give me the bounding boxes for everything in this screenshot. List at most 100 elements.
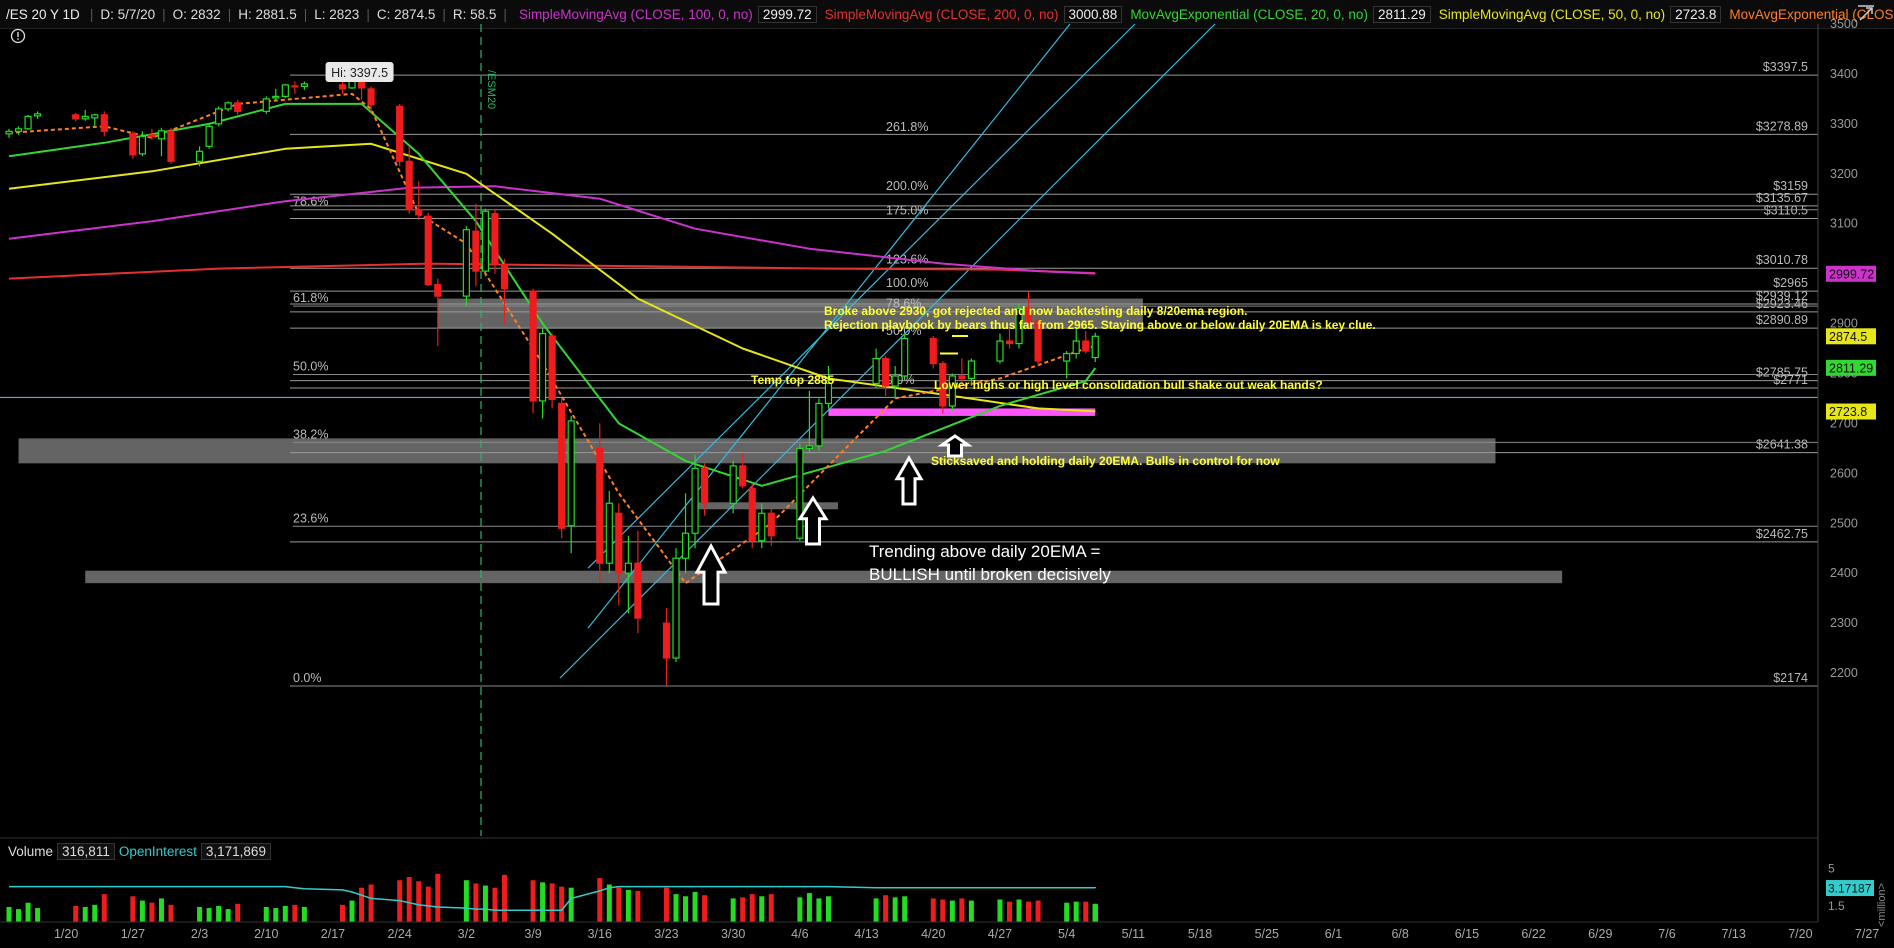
volume-bar xyxy=(1064,902,1070,922)
time-tick-label: 5/11 xyxy=(1122,927,1145,941)
contract-roll-label: /ESM20 xyxy=(485,70,497,109)
volume-bar xyxy=(673,894,679,922)
volume-bar xyxy=(683,896,689,922)
candle-body xyxy=(615,512,623,574)
fib-extension-label: 200.0% xyxy=(886,179,928,193)
candle-body xyxy=(148,134,156,137)
volume-bar xyxy=(797,897,803,922)
candle-body xyxy=(729,465,737,504)
time-tick-label: 4/20 xyxy=(921,927,945,941)
annotation-stick-saved: Sticksaved and holding daily 20EMA. Bull… xyxy=(931,454,1280,468)
time-tick-label: 2/10 xyxy=(254,927,278,941)
candle-body xyxy=(300,83,308,88)
candle-body xyxy=(272,95,280,99)
price-level-label: $2923.46 xyxy=(1756,297,1808,311)
fib-retracement-label: 23.6% xyxy=(293,511,328,525)
candle-body xyxy=(281,84,289,97)
time-tick-label: 4/27 xyxy=(988,927,1012,941)
volume-value: 316,811 xyxy=(57,843,115,860)
open-interest-label[interactable]: OpenInterest xyxy=(115,844,201,859)
volume-bar xyxy=(92,904,98,922)
volume-bar xyxy=(435,873,441,922)
volume-bar xyxy=(816,898,822,922)
volume-bar xyxy=(806,893,812,922)
price-axis: 2200230024002500260027002800290030003100… xyxy=(0,17,1858,839)
sma100-line xyxy=(8,185,1096,275)
candle-body xyxy=(1082,340,1090,352)
price-badge-label: 2999.72 xyxy=(1829,267,1874,281)
annotation-broke-above: Broke above 2930, got rejected and now b… xyxy=(824,304,1247,318)
time-tick-label: 7/27 xyxy=(1855,927,1879,941)
candle-body xyxy=(967,360,975,380)
volume-bar xyxy=(149,902,155,922)
fib-extension-label: 0.0% xyxy=(886,373,915,387)
candle-body xyxy=(567,420,575,527)
price-tick-label: 2500 xyxy=(1830,516,1858,530)
volume-bar xyxy=(968,900,974,922)
volume-bar xyxy=(101,894,107,922)
candle-body xyxy=(462,229,470,297)
candle-body xyxy=(72,114,80,120)
price-level-label: $2174 xyxy=(1773,671,1808,685)
price-chart[interactable]: $3397.5$3278.89$3159$3135.67$3110.5$3010… xyxy=(0,0,1894,948)
candle-body xyxy=(491,213,499,266)
volume-bar xyxy=(282,905,288,922)
price-tick-label: 3300 xyxy=(1830,117,1858,131)
volume-bar xyxy=(473,883,479,922)
time-tick-label: 1/27 xyxy=(121,927,145,941)
time-axis: 1/20 1/27 2/3 2/10 2/17 2/24 3/2 3/9 3/16 3/23 3/3… xyxy=(0,921,1879,941)
volume-label[interactable]: Volume xyxy=(4,844,57,859)
volume-bar xyxy=(702,895,708,922)
candle-body xyxy=(558,402,566,529)
time-tick-label: 6/29 xyxy=(1588,927,1612,941)
time-tick-label: 5/18 xyxy=(1188,927,1212,941)
volume-bar xyxy=(883,895,889,922)
trend-channel: /ESM20 xyxy=(0,23,1818,836)
volume-bar xyxy=(940,899,946,922)
price-tick-label: 3200 xyxy=(1830,167,1858,181)
high-marker-label: Hi: 3397.5 xyxy=(331,66,388,80)
volume-bar xyxy=(206,908,212,922)
candle-body xyxy=(24,115,32,130)
sma200-line xyxy=(8,262,1096,280)
time-tick-label: 7/13 xyxy=(1721,927,1745,941)
volume-bar xyxy=(568,887,574,922)
volume-bar xyxy=(692,892,698,922)
candle-body xyxy=(14,128,23,132)
candle-body xyxy=(138,135,146,155)
price-level-label: $3278.89 xyxy=(1756,119,1808,133)
price-badge-label: 2874.5 xyxy=(1829,330,1867,344)
candle-body xyxy=(605,502,613,564)
volume-bar xyxy=(82,907,88,922)
volume-bar xyxy=(663,887,669,922)
zone-box xyxy=(85,570,1563,584)
volume-bar xyxy=(501,874,507,922)
volume-bar xyxy=(425,886,431,922)
time-tick-label: 4/6 xyxy=(791,927,808,941)
price-level-label: $2771 xyxy=(1773,373,1808,387)
fib-extension-label: 100.0% xyxy=(886,276,928,290)
volume-bar xyxy=(158,898,164,922)
candle-body xyxy=(1072,340,1080,355)
candle-body xyxy=(367,88,375,106)
candle-body xyxy=(700,467,709,504)
volume-bar xyxy=(530,880,536,922)
candle-body xyxy=(662,622,671,659)
time-tick-label: 5/4 xyxy=(1058,927,1075,941)
candle-body xyxy=(739,465,747,487)
volume-bar xyxy=(216,905,222,922)
candle-body xyxy=(500,264,509,290)
candle-body xyxy=(1063,352,1071,362)
volume-bar xyxy=(263,907,269,922)
volume-unit-label: <million> xyxy=(1876,883,1888,927)
time-tick-label: 3/23 xyxy=(654,927,678,941)
fib-retracement-label: 38.2% xyxy=(293,427,328,441)
candle-body xyxy=(205,125,213,147)
volume-bar xyxy=(16,909,22,922)
volume-bar xyxy=(549,883,555,922)
fibonacci-levels: 78.6%61.8%50.0%38.2%23.6%0.0%261.8%200.0… xyxy=(293,120,1818,687)
price-levels: $3397.5$3278.89$3159$3135.67$3110.5$3010… xyxy=(290,60,1818,687)
volume-bar xyxy=(6,907,12,922)
volume-bar xyxy=(73,905,79,922)
candle-body xyxy=(901,337,909,377)
